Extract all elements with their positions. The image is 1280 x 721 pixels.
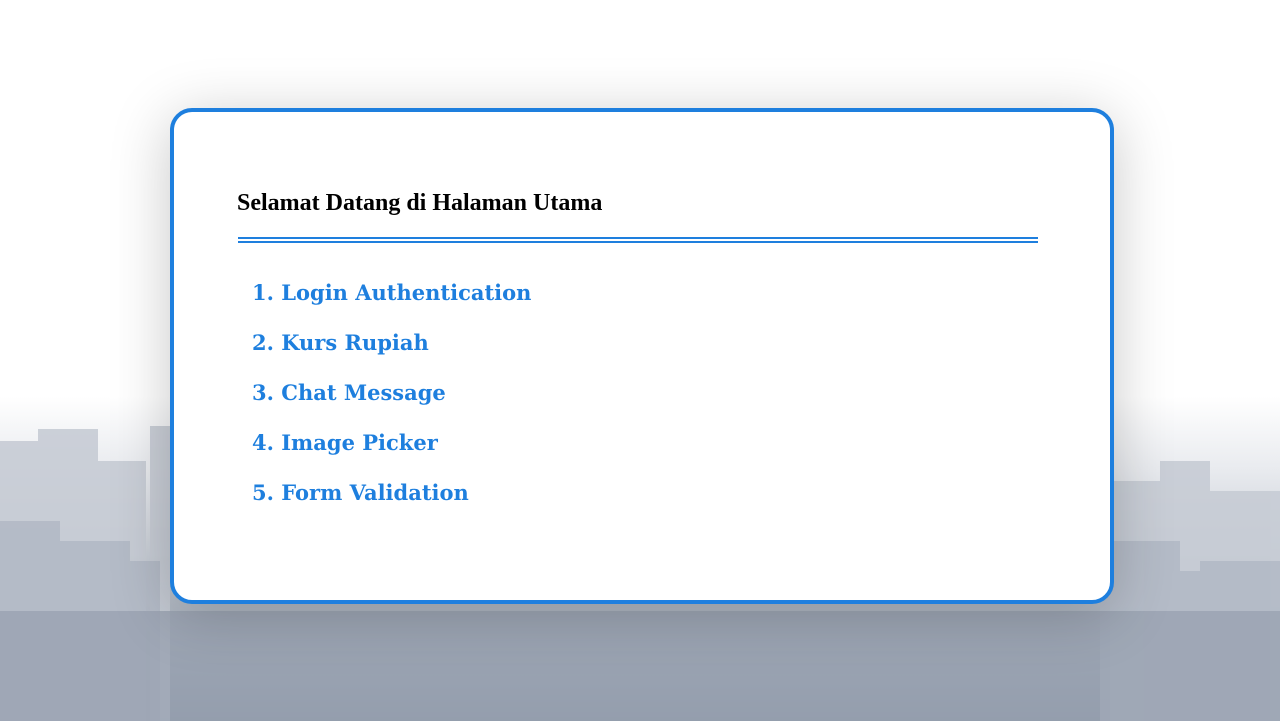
list-item: 5. Form Validation [252,474,531,524]
menu-link-image-picker[interactable]: 4. Image Picker [252,424,531,474]
menu-link-chat-message[interactable]: 3. Chat Message [252,374,531,424]
menu-link-form-validation[interactable]: 5. Form Validation [252,474,531,524]
list-item: 3. Chat Message [252,374,531,424]
menu-link-login-authentication[interactable]: 1. Login Authentication [252,274,531,324]
list-item: 1. Login Authentication [252,274,531,324]
title-divider [238,237,1038,243]
menu-list: 1. Login Authentication 2. Kurs Rupiah 3… [252,274,531,524]
list-item: 4. Image Picker [252,424,531,474]
welcome-card: Selamat Datang di Halaman Utama 1. Login… [170,108,1114,604]
menu-link-kurs-rupiah[interactable]: 2. Kurs Rupiah [252,324,531,374]
list-item: 2. Kurs Rupiah [252,324,531,374]
page-title: Selamat Datang di Halaman Utama [237,190,603,216]
